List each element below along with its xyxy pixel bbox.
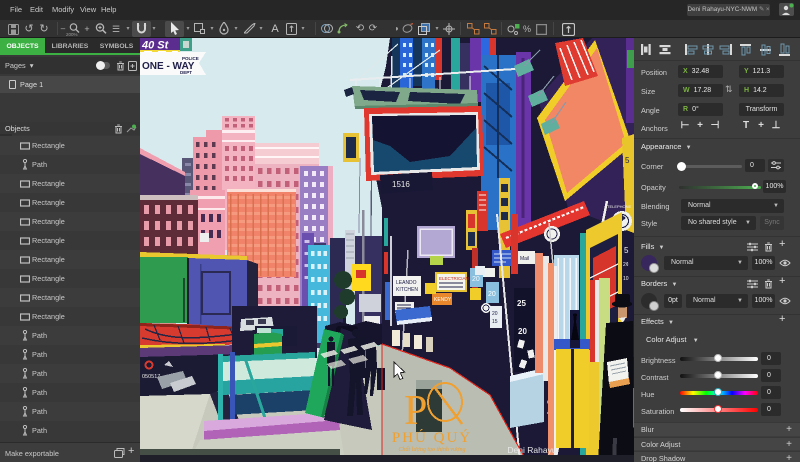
svg-text:KITCHEN: KITCHEN (396, 287, 418, 293)
svg-text:1516: 1516 (392, 180, 410, 189)
svg-text:2¢: 2¢ (623, 262, 629, 268)
svg-text:Deni Rahayu: Deni Rahayu (507, 445, 556, 455)
svg-text:DEPT: DEPT (180, 70, 192, 75)
svg-text:Chất lượng tạo thịnh vượng: Chất lượng tạo thịnh vượng (399, 446, 466, 453)
svg-text:10: 10 (623, 276, 629, 282)
svg-text:ELECTRICIAN: ELECTRICIAN (439, 276, 469, 281)
svg-text:KENDY: KENDY (434, 297, 452, 303)
svg-text:LEANDO: LEANDO (396, 280, 417, 286)
svg-text:20: 20 (492, 311, 498, 317)
svg-text:20: 20 (488, 291, 496, 298)
svg-text:15: 15 (492, 319, 498, 325)
svg-text:5: 5 (624, 246, 629, 255)
svg-text:20: 20 (518, 327, 527, 336)
svg-text:PHÚ QUÝ: PHÚ QUÝ (392, 429, 472, 446)
svg-text:20: 20 (472, 276, 480, 283)
svg-text:40 St: 40 St (141, 40, 170, 52)
svg-text:5: 5 (625, 156, 630, 165)
svg-text:25: 25 (517, 299, 526, 308)
svg-text:TELEPHONE: TELEPHONE (607, 204, 632, 209)
svg-text:P: P (404, 388, 427, 434)
svg-text:Mail: Mail (520, 256, 529, 262)
